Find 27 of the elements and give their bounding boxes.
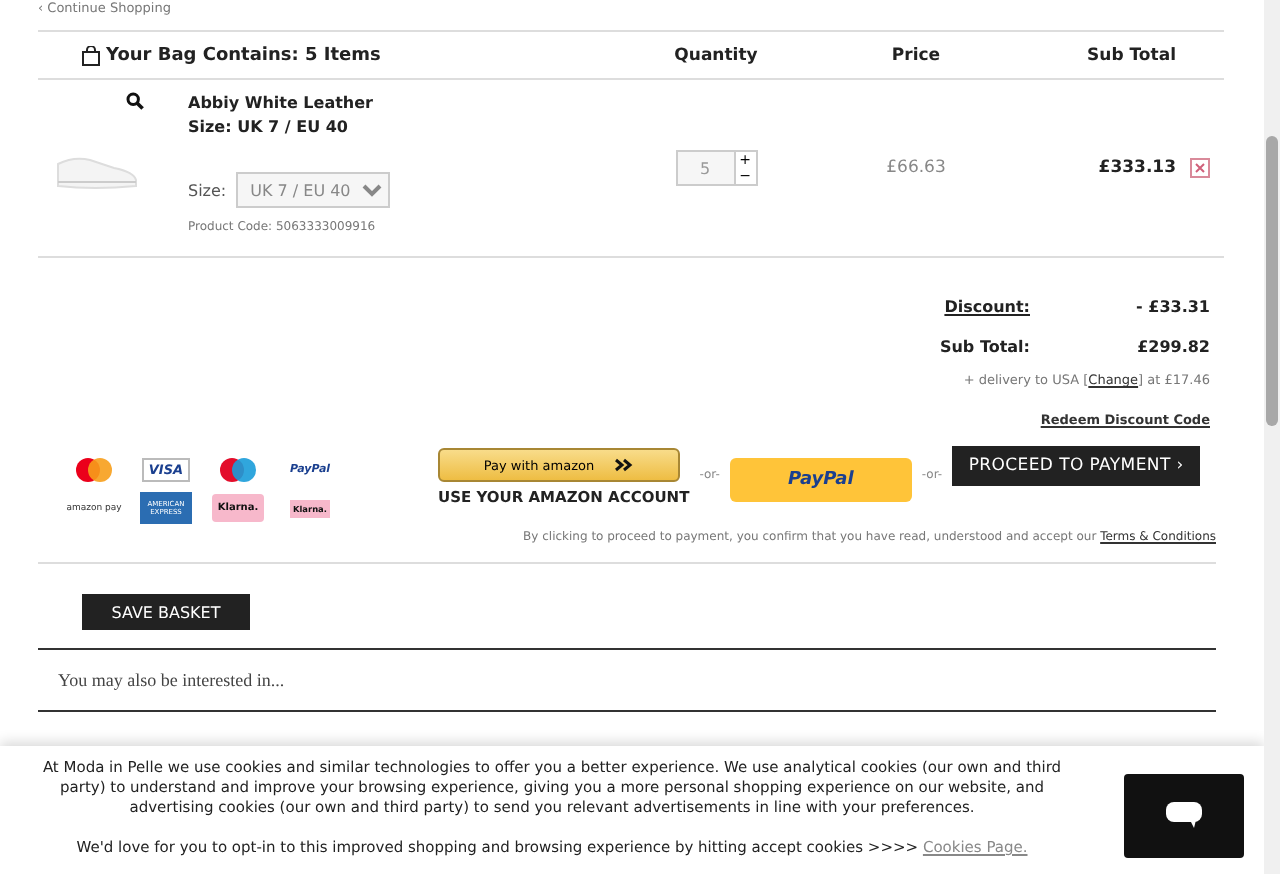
summary-value: £299.82 <box>1135 337 1210 355</box>
proceed-to-payment-button[interactable]: PROCEED TO PAYMENT › <box>952 446 1201 486</box>
product-size: Size: UK 7 / EU 40 <box>188 116 350 140</box>
sneaker-photo <box>54 152 138 192</box>
column-header: Price <box>889 45 943 65</box>
save-basket-button[interactable]: SAVE BASKET <box>82 594 250 630</box>
discount-link[interactable]: Discount: <box>890 297 1030 315</box>
item-price: £66.63 <box>884 156 948 182</box>
paypal-button[interactable]: PayPal <box>729 458 912 502</box>
size-label: Size: <box>188 181 227 199</box>
column-header: Sub Total <box>1085 45 1176 65</box>
summary-label: Sub Total: <box>937 337 1030 355</box>
bag-title: Your Bag Contains: 5 Items <box>106 45 381 65</box>
summary-value: - £33.31 <box>1134 297 1210 315</box>
maestro-logo <box>216 456 260 484</box>
chat-bubble-icon <box>1166 802 1202 830</box>
mastercard-logo <box>72 456 116 484</box>
double-chevron-icon <box>614 458 635 472</box>
recommendations-heading: You may also be interested in... <box>58 670 285 690</box>
item-subtotal: £333.13 <box>1096 156 1176 182</box>
search-icon[interactable] <box>126 92 144 110</box>
shopping-bag-icon <box>82 45 100 65</box>
remove-icon[interactable] <box>1190 158 1210 178</box>
chat-button[interactable] <box>1124 774 1244 858</box>
product-name[interactable]: Abbiy White Leather <box>188 92 636 116</box>
column-header: Quantity <box>672 45 760 65</box>
scrollbar[interactable] <box>1264 0 1280 874</box>
